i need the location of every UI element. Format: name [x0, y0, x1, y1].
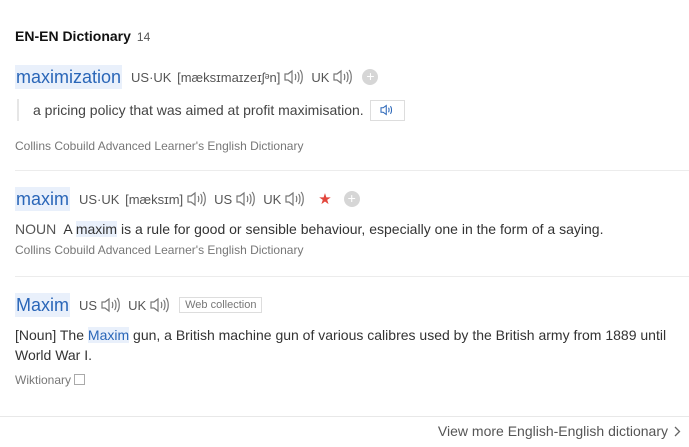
definition: [Noun] The Maxim gun, a British machine … — [15, 325, 689, 365]
star-icon[interactable]: ★ — [318, 190, 331, 208]
speaker-icon[interactable] — [186, 191, 207, 207]
definition-text: [Noun] The — [15, 327, 85, 343]
add-icon[interactable]: + — [362, 69, 379, 85]
phonetic-label: US·UK — [131, 69, 172, 85]
divider — [15, 276, 689, 277]
speaker-icon[interactable] — [284, 191, 305, 207]
phonetic: US·UK [mæksɪm] — [79, 192, 183, 207]
view-more-link[interactable]: View more English-English dictionary — [438, 423, 681, 439]
speaker-icon[interactable] — [235, 191, 256, 207]
definition-text: is a rule for good or sensible behaviour… — [120, 221, 604, 237]
source-label: Collins Cobuild Advanced Learner's Engli… — [15, 243, 304, 257]
phonetic-text: [mæksɪm] — [125, 191, 184, 207]
entry-maximization: maximization US·UK [mæksɪmaɪzeɪʃᵊn] UK +… — [15, 65, 689, 153]
source-label[interactable]: Wiktionary — [15, 373, 689, 387]
dictionary-title: EN-EN Dictionary — [15, 28, 131, 44]
speaker-icon[interactable] — [149, 297, 169, 313]
speaker-icon[interactable] — [283, 69, 304, 85]
phonetic: US·UK [mæksɪmaɪzeɪʃᵊn] — [131, 70, 280, 85]
headword[interactable]: Maxim — [15, 293, 70, 317]
entry-maxim-gun: Maxim US UK Web collection [Noun] The Ma… — [15, 293, 689, 387]
source-label: Collins Cobuild Advanced Learner's Engli… — [15, 139, 304, 153]
entry-maxim: maxim US·UK [mæksɪm] US UK ★ + NOUN A ma… — [15, 187, 689, 257]
uk-label: UK — [263, 191, 282, 207]
headword[interactable]: maximization — [15, 65, 123, 89]
web-collection-tag: Web collection — [179, 297, 263, 313]
copy-icon[interactable] — [74, 374, 86, 385]
definition-highlight: Maxim — [87, 327, 130, 343]
dictionary-count: 14 — [136, 30, 151, 44]
uk-label: UK — [311, 69, 330, 85]
source-text: Wiktionary — [15, 373, 72, 387]
dictionary-header: EN-EN Dictionary 14 — [15, 28, 150, 44]
uk-label: UK — [128, 297, 147, 313]
definition-text: A — [63, 221, 72, 237]
speaker-icon[interactable] — [100, 297, 120, 313]
divider — [15, 170, 689, 171]
definition-highlight: maxim — [75, 221, 118, 237]
us-label: US — [79, 297, 98, 313]
example-sentence: a pricing policy that was aimed at profi… — [17, 99, 689, 121]
example-audio-button[interactable] — [369, 99, 405, 121]
headword[interactable]: maxim — [15, 187, 70, 211]
footer-divider — [0, 416, 689, 417]
us-label: US — [214, 191, 233, 207]
phonetic-label: US·UK — [79, 191, 120, 207]
speaker-icon[interactable] — [332, 69, 353, 85]
definition: NOUN A maxim is a rule for good or sensi… — [15, 219, 689, 239]
view-more-label: View more English-English dictionary — [437, 423, 668, 439]
add-icon[interactable]: + — [343, 191, 360, 207]
phonetic-text: [mæksɪmaɪzeɪʃᵊn] — [177, 69, 281, 85]
chevron-right-icon — [674, 426, 681, 436]
example-text: a pricing policy that was aimed at profi… — [33, 102, 364, 118]
part-of-speech: NOUN — [15, 221, 57, 237]
